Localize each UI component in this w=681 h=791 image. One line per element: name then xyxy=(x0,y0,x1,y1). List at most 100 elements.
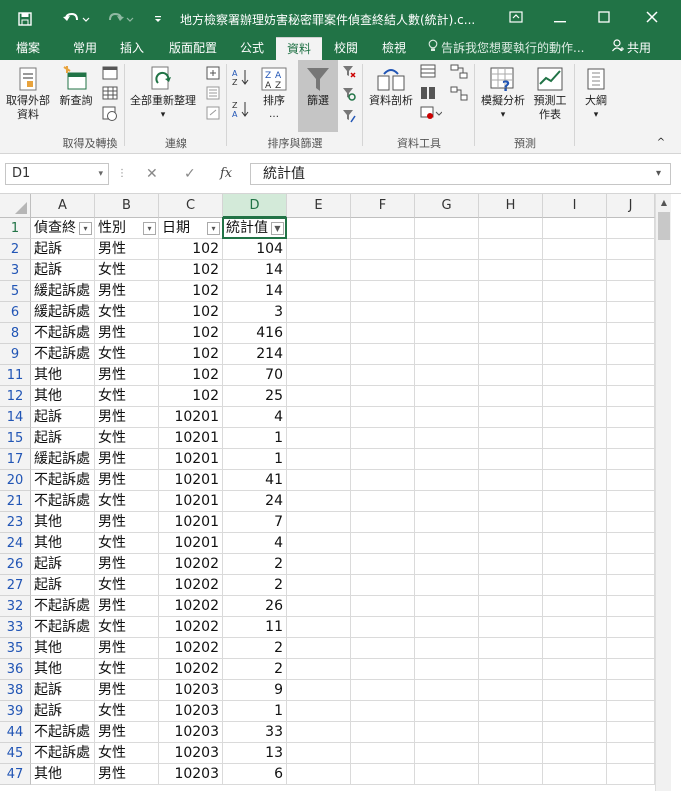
consolidate-icon[interactable] xyxy=(448,64,470,84)
table-cell[interactable]: 10201 xyxy=(159,512,223,533)
empty-cell[interactable] xyxy=(351,659,415,680)
table-cell[interactable]: 25 xyxy=(223,386,287,407)
empty-cell[interactable] xyxy=(351,281,415,302)
empty-cell[interactable] xyxy=(351,449,415,470)
name-box[interactable]: D1 ▾ xyxy=(5,163,109,185)
row-header[interactable]: 36 xyxy=(0,659,31,680)
empty-cell[interactable] xyxy=(479,638,543,659)
reapply-filter-icon[interactable] xyxy=(340,86,358,106)
empty-cell[interactable] xyxy=(287,323,351,344)
table-cell[interactable]: 女性 xyxy=(95,743,159,764)
empty-cell[interactable] xyxy=(543,743,607,764)
table-cell[interactable]: 24 xyxy=(223,491,287,512)
column-header-d[interactable]: D xyxy=(223,194,287,218)
column-header-e[interactable]: E xyxy=(287,194,351,218)
table-cell[interactable]: 6 xyxy=(223,764,287,785)
edit-links-icon[interactable] xyxy=(204,106,222,124)
table-cell[interactable]: 10203 xyxy=(159,743,223,764)
table-cell[interactable]: 起訴 xyxy=(31,701,95,722)
table-cell[interactable]: 10201 xyxy=(159,491,223,512)
empty-cell[interactable] xyxy=(415,449,479,470)
table-cell[interactable]: 102 xyxy=(159,239,223,260)
table-cell[interactable]: 女性 xyxy=(95,701,159,722)
table-cell[interactable]: 102 xyxy=(159,365,223,386)
table-cell[interactable]: 9 xyxy=(223,680,287,701)
empty-cell[interactable] xyxy=(543,491,607,512)
customize-quick-access-icon[interactable] xyxy=(150,9,166,29)
empty-cell[interactable] xyxy=(607,386,655,407)
empty-cell[interactable] xyxy=(351,386,415,407)
table-cell[interactable]: 其他 xyxy=(31,764,95,785)
table-cell[interactable]: 41 xyxy=(223,470,287,491)
select-all-button[interactable] xyxy=(0,194,31,218)
recent-sources-icon[interactable] xyxy=(100,106,120,126)
empty-cell[interactable] xyxy=(415,260,479,281)
empty-cell[interactable] xyxy=(287,722,351,743)
table-cell[interactable]: 不起訴處 xyxy=(31,344,95,365)
redo-icon[interactable] xyxy=(104,9,136,29)
cancel-icon[interactable]: ✕ xyxy=(146,163,158,185)
empty-cell[interactable] xyxy=(479,722,543,743)
empty-cell[interactable] xyxy=(543,659,607,680)
table-cell[interactable]: 不起訴處 xyxy=(31,743,95,764)
empty-cell[interactable] xyxy=(479,218,543,239)
flash-fill-icon[interactable] xyxy=(418,64,438,82)
header-cell[interactable]: 偵查終 ▾ xyxy=(31,218,95,239)
empty-cell[interactable] xyxy=(415,722,479,743)
empty-cell[interactable] xyxy=(351,218,415,239)
empty-cell[interactable] xyxy=(479,617,543,638)
share-button[interactable]: 共用 xyxy=(612,37,651,60)
empty-cell[interactable] xyxy=(415,491,479,512)
empty-cell[interactable] xyxy=(479,449,543,470)
table-cell[interactable]: 不起訴處 xyxy=(31,617,95,638)
table-cell[interactable]: 起訴 xyxy=(31,554,95,575)
table-cell[interactable]: 102 xyxy=(159,344,223,365)
table-cell[interactable]: 10201 xyxy=(159,470,223,491)
empty-cell[interactable] xyxy=(479,596,543,617)
filter-button[interactable]: 篩選 xyxy=(298,64,338,108)
empty-cell[interactable] xyxy=(415,281,479,302)
table-cell[interactable]: 其他 xyxy=(31,533,95,554)
name-box-dropdown-icon[interactable]: ▾ xyxy=(98,164,103,184)
insert-function-icon[interactable]: fx xyxy=(220,163,232,185)
empty-cell[interactable] xyxy=(415,638,479,659)
table-cell[interactable]: 不起訴處 xyxy=(31,596,95,617)
empty-cell[interactable] xyxy=(351,764,415,785)
empty-cell[interactable] xyxy=(479,764,543,785)
empty-cell[interactable] xyxy=(287,617,351,638)
properties-icon[interactable] xyxy=(204,86,222,104)
empty-cell[interactable] xyxy=(607,449,655,470)
column-header-b[interactable]: B xyxy=(95,194,159,218)
table-cell[interactable]: 416 xyxy=(223,323,287,344)
table-cell[interactable]: 起訴 xyxy=(31,407,95,428)
empty-cell[interactable] xyxy=(351,743,415,764)
table-cell[interactable]: 不起訴處 xyxy=(31,722,95,743)
filter-applied-icon[interactable]: ▼ xyxy=(271,222,284,235)
empty-cell[interactable] xyxy=(415,218,479,239)
empty-cell[interactable] xyxy=(287,386,351,407)
tab-data[interactable]: 資料 xyxy=(276,37,322,60)
table-cell[interactable]: 男性 xyxy=(95,281,159,302)
table-cell[interactable]: 起訴 xyxy=(31,575,95,596)
table-cell[interactable]: 10201 xyxy=(159,428,223,449)
table-cell[interactable]: 起訴 xyxy=(31,239,95,260)
empty-cell[interactable] xyxy=(415,533,479,554)
row-header[interactable]: 11 xyxy=(0,365,31,386)
empty-cell[interactable] xyxy=(287,680,351,701)
table-cell[interactable]: 女性 xyxy=(95,260,159,281)
empty-cell[interactable] xyxy=(543,680,607,701)
empty-cell[interactable] xyxy=(287,218,351,239)
row-header[interactable]: 17 xyxy=(0,449,31,470)
empty-cell[interactable] xyxy=(543,344,607,365)
table-cell[interactable]: 1 xyxy=(223,428,287,449)
tab-review[interactable]: 校閱 xyxy=(326,37,366,60)
empty-cell[interactable] xyxy=(287,491,351,512)
empty-cell[interactable] xyxy=(287,260,351,281)
row-header[interactable]: 3 xyxy=(0,260,31,281)
empty-cell[interactable] xyxy=(415,365,479,386)
table-cell[interactable]: 10203 xyxy=(159,680,223,701)
empty-cell[interactable] xyxy=(543,764,607,785)
empty-cell[interactable] xyxy=(287,302,351,323)
table-cell[interactable]: 10202 xyxy=(159,554,223,575)
table-cell[interactable]: 緩起訴處 xyxy=(31,281,95,302)
